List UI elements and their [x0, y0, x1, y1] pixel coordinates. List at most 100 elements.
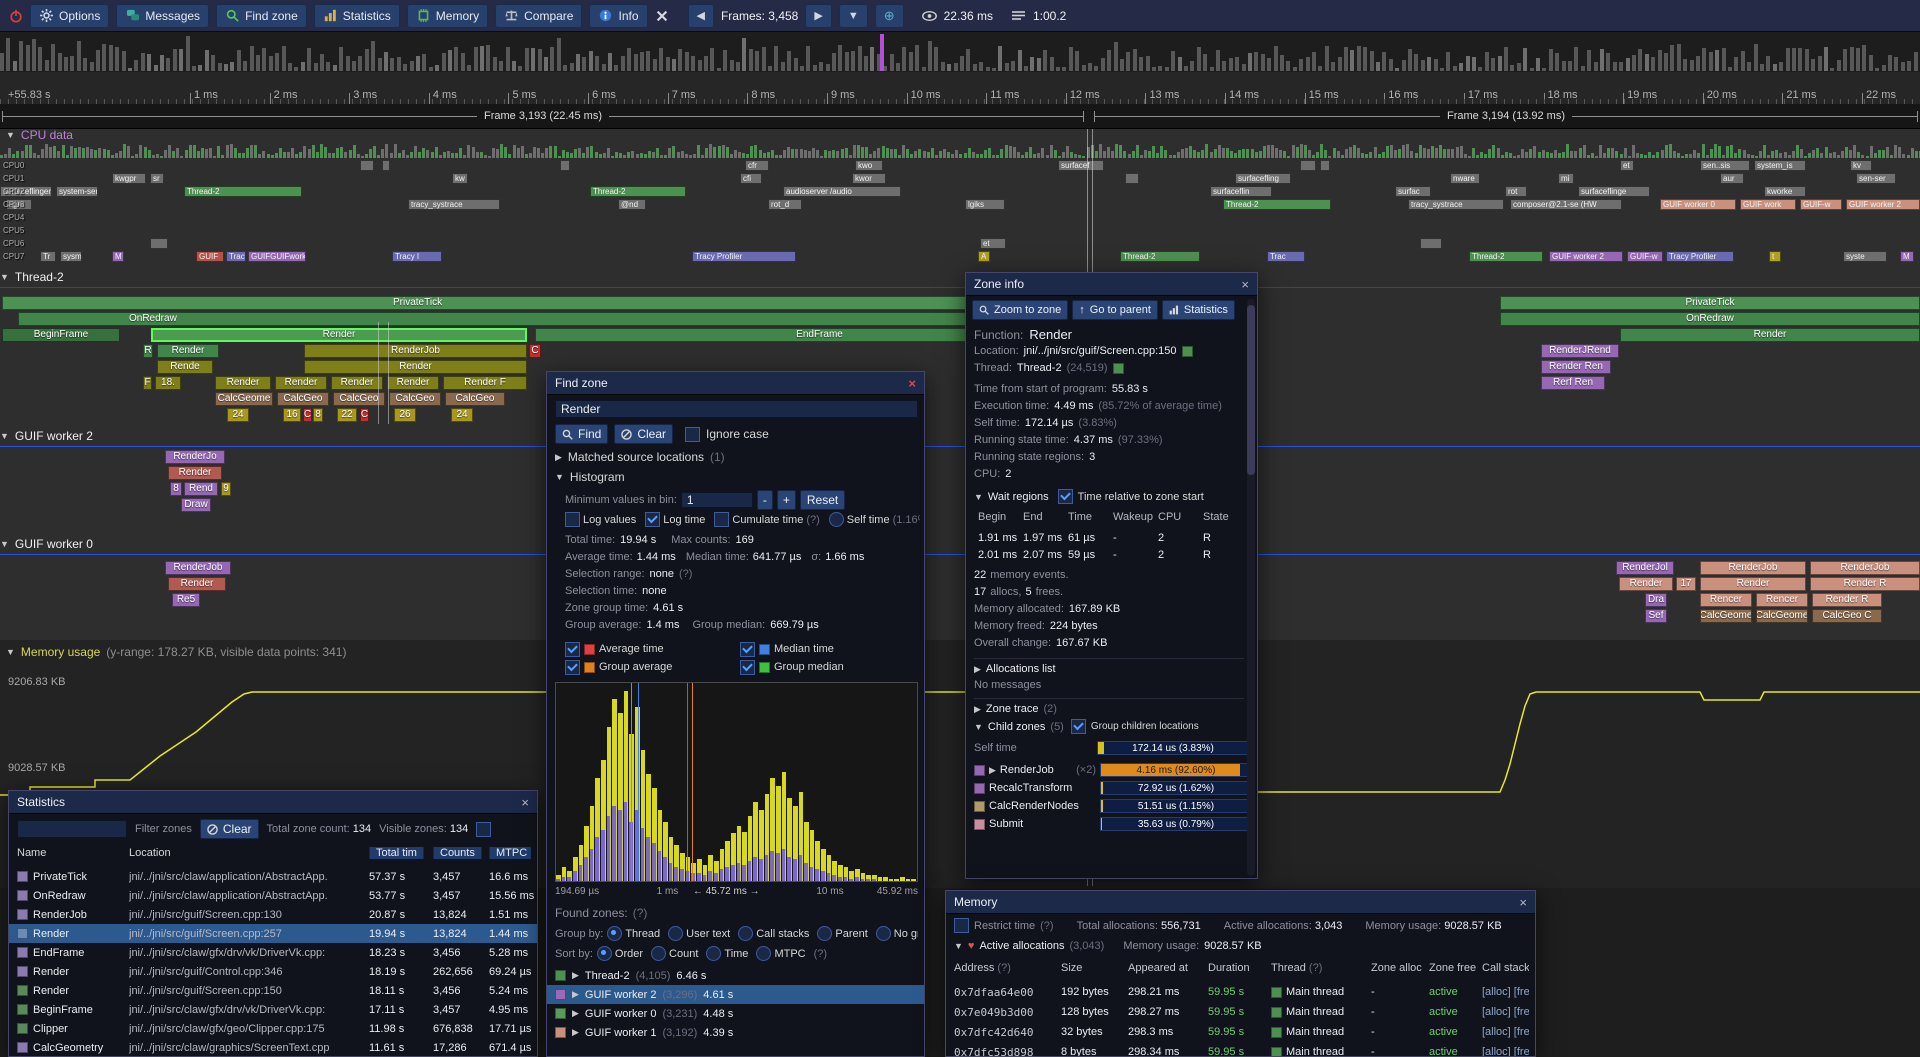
timeline-zone[interactable]: 17	[1676, 577, 1696, 591]
timeline-zone[interactable]: 9	[221, 482, 231, 496]
zone-info-titlebar[interactable]: Zone info ×	[966, 273, 1257, 296]
timeline-zone[interactable]: Dra	[1645, 593, 1667, 607]
timeline-zone[interactable]: Render	[1620, 328, 1920, 342]
expand-arrow-icon[interactable]: ▶	[974, 704, 981, 715]
frame-minimap[interactable]	[0, 32, 1920, 73]
timeline-zone[interactable]: CalcGeo C	[1812, 609, 1882, 623]
info-button[interactable]: Info	[589, 4, 647, 28]
messages-button[interactable]: Messages	[116, 4, 209, 28]
cpu-data-header[interactable]: ▼ CPU data	[6, 128, 73, 142]
timeline-zone[interactable]: Render	[304, 360, 527, 374]
statistics-titlebar[interactable]: Statistics ×	[9, 791, 537, 814]
scrollbar-track[interactable]	[1247, 299, 1255, 876]
cpu-zone-segment[interactable]: Thread-2	[1223, 199, 1331, 210]
timeline-zone[interactable]: Render	[387, 376, 439, 390]
source-color-swatch[interactable]	[1182, 346, 1193, 357]
statistics-row[interactable]: RenderJob jni/../jni/src/guif/Screen.cpp…	[9, 905, 538, 924]
timeline-zone[interactable]: Render	[1700, 577, 1806, 591]
group-by-radio[interactable]	[607, 926, 622, 941]
timeline-zone[interactable]: 8	[170, 482, 182, 496]
cpu-zone-segment[interactable]: aur	[1720, 173, 1744, 184]
timeline-zone[interactable]: OnRedraw	[18, 312, 1104, 326]
sort-by-radio[interactable]	[597, 946, 612, 961]
cpu-zone-segment[interactable]: audioserver /audio	[783, 186, 901, 197]
cpu-zone-segment[interactable]: Tracy	[226, 251, 246, 262]
allocation-row[interactable]: 0x7dfc42d640 32 bytes 298.3 ms 59.95 s M…	[954, 1022, 1529, 1042]
group-by-radio[interactable]	[738, 926, 753, 941]
cpu-zone-segment[interactable]: system_is	[1754, 160, 1806, 171]
clear-button[interactable]: Clear	[614, 424, 673, 444]
timeline-zone[interactable]: F	[143, 376, 152, 390]
timeline-zone[interactable]: RenderJo	[165, 450, 225, 464]
col-header-size[interactable]: Size	[1061, 962, 1128, 974]
found-zone-group-row[interactable]: ▶ GUIF worker 0 (3,231) 4.48 s	[547, 1004, 925, 1023]
cpu-zone-segment[interactable]: rot	[1505, 186, 1527, 197]
cpu-zone-segment[interactable]: syste	[1843, 251, 1887, 262]
statistics-row[interactable]: EndFrame jni/../jni/src/claw/gfx/drv/vk/…	[9, 943, 538, 962]
cpu-zone-segment[interactable]: cfi	[740, 173, 762, 184]
sort-by-radio[interactable]	[706, 946, 721, 961]
cpu-zone-segment[interactable]: rot_d	[768, 199, 802, 210]
timeline-zone[interactable]: Render F	[443, 376, 527, 390]
cpu-zone-segment[interactable]: GUIF-w	[1800, 199, 1842, 210]
option-checkbox[interactable]	[645, 512, 660, 527]
legend-checkbox[interactable]	[740, 642, 755, 657]
timeline-zone[interactable]: Render	[168, 577, 226, 591]
timeline-zone[interactable]: CalcGeo	[277, 392, 329, 406]
cpu-zone-segment[interactable]: M	[112, 251, 124, 262]
child-zone-row[interactable]: Submit 35.63 us (0.79%)	[974, 815, 1252, 833]
cpu-zone-segment[interactable]: GUIF worker 2	[1549, 251, 1623, 262]
timeline-zone[interactable]: 24	[227, 408, 249, 422]
timeline-zone[interactable]: 16	[283, 408, 301, 422]
cpu-zone-segment[interactable]	[560, 160, 570, 171]
timeline-zone[interactable]: CalcGeo	[445, 392, 505, 406]
cpu-zone-segment[interactable]: Trac	[1267, 251, 1305, 262]
restrict-time-checkbox[interactable]	[954, 918, 969, 933]
cpu-zone-segment[interactable]: mi	[1558, 173, 1574, 184]
col-header-address[interactable]: Address (?)	[954, 962, 1061, 974]
cpu-zone-segment[interactable]: kworke	[1764, 186, 1806, 197]
cpu-zone-segment[interactable]: surfaceflin	[1210, 186, 1272, 197]
legend-checkbox[interactable]	[565, 660, 580, 675]
timeline-zone[interactable]: C	[529, 344, 541, 358]
group-children-checkbox[interactable]	[1071, 719, 1086, 734]
col-header-name[interactable]: Name	[17, 847, 129, 859]
collapse-arrow-icon[interactable]: ▼	[555, 472, 564, 482]
close-icon[interactable]: ×	[908, 377, 916, 390]
timeline-zone[interactable]: RenderJol	[1616, 561, 1674, 575]
option-checkbox[interactable]	[714, 512, 729, 527]
sort-by-radio[interactable]	[756, 946, 771, 961]
find-zone-histogram[interactable]	[555, 682, 918, 882]
reset-button[interactable]: Reset	[800, 490, 845, 510]
timeline-zone[interactable]: Render	[1619, 577, 1673, 591]
timeline-zone[interactable]: BeginFrame	[2, 328, 120, 342]
col-header-appeared[interactable]: Appeared at	[1128, 962, 1208, 974]
cpu-zone-segment[interactable]: nware	[1450, 173, 1480, 184]
timeline-zone[interactable]: Render	[157, 344, 219, 358]
cpu-zone-segment[interactable]: Thread-2	[1120, 251, 1200, 262]
filter-zones-input[interactable]	[17, 820, 127, 838]
find-button[interactable]: Find	[555, 424, 608, 444]
cpu-zone-segment[interactable]: GUIF	[196, 251, 224, 262]
timeline-zone[interactable]: Render	[275, 376, 327, 390]
find-zone-button[interactable]: Find zone	[216, 4, 307, 28]
allocation-row[interactable]: 0x7e049b3d00 128 bytes 298.27 ms 59.95 s…	[954, 1002, 1529, 1022]
thread-header[interactable]: ▼ Thread-2	[0, 270, 64, 284]
timeline-zone[interactable]: Rencer	[1756, 593, 1808, 607]
cpu-zone-segment[interactable]: GUIF worker 2	[1846, 199, 1920, 210]
col-header-counts[interactable]: Counts	[433, 847, 482, 859]
legend-checkbox[interactable]	[740, 660, 755, 675]
thread-header[interactable]: ▼ GUIF worker 0	[0, 537, 93, 551]
timeline-zone[interactable]: 18.	[155, 376, 181, 390]
cpu-zone-segment[interactable]: surfac	[1395, 186, 1431, 197]
scrollbar-thumb[interactable]	[1247, 305, 1255, 475]
goto-frame-button[interactable]: ⊕	[875, 4, 904, 28]
collapse-arrow-icon[interactable]: ▶	[555, 452, 562, 463]
sort-by-radio[interactable]	[651, 946, 666, 961]
timeline-zone[interactable]: Rend	[184, 482, 218, 496]
statistics-row[interactable]: BeginFrame jni/../jni/src/claw/gfx/drv/v…	[9, 1000, 538, 1019]
statistics-row[interactable]: PrivateTick jni/../jni/src/claw/applicat…	[9, 867, 538, 886]
statistics-row[interactable]: OnRedraw jni/../jni/src/claw/application…	[9, 886, 538, 905]
cpu-zone-segment[interactable]: @nd	[618, 199, 646, 210]
timeline-zone[interactable]: CalcGeo	[389, 392, 441, 406]
